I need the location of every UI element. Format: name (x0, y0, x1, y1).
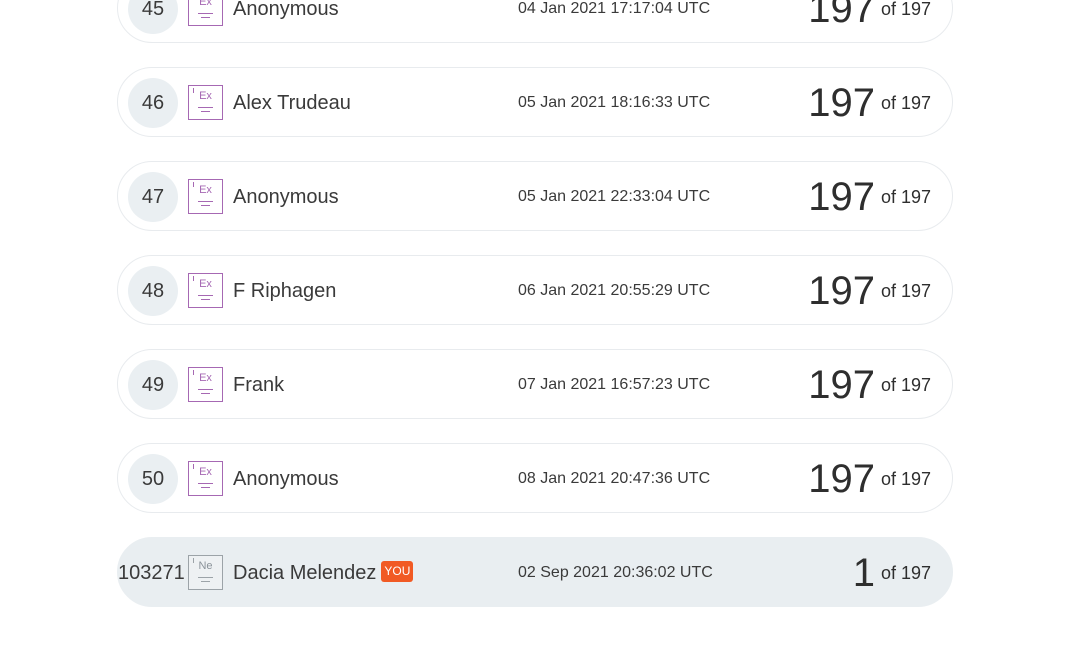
player-name: Dacia Melendez YOU (233, 538, 414, 608)
player-name: F Riphagen (233, 280, 337, 302)
expert-badge-icon: Ex (188, 179, 223, 214)
score: 197 of 197 (808, 68, 931, 138)
player-name: Anonymous (233, 468, 339, 490)
completion-time: 05 Jan 2021 18:16:33 UTC (518, 94, 711, 111)
score-total: of 197 (880, 563, 931, 583)
rank-number: 45 (128, 0, 178, 34)
score: 197 of 197 (808, 256, 931, 326)
expert-badge-icon: Ex (188, 273, 223, 308)
score-total: of 197 (880, 0, 931, 19)
score-value: 1 (852, 551, 875, 595)
score-total: of 197 (880, 375, 931, 395)
player-name-text: Dacia Melendez (233, 562, 377, 584)
score: 197 of 197 (808, 162, 931, 232)
player-name: Alex Trudeau (233, 92, 351, 114)
leaderboard-row: 47 Ex Anonymous 05 Jan 2021 22:33:04 UTC… (117, 161, 953, 231)
leaderboard-row: 45 Ex Anonymous 04 Jan 2021 17:17:04 UTC… (117, 0, 953, 43)
score-total: of 197 (880, 469, 931, 489)
score-value: 197 (808, 457, 875, 501)
player-name: Anonymous (233, 0, 339, 20)
badge-symbol: Ne (198, 560, 213, 572)
score-value: 197 (808, 81, 875, 125)
expert-badge-icon: Ex (188, 367, 223, 402)
player-name: Anonymous (233, 186, 339, 208)
badge-symbol: Ex (199, 184, 212, 196)
badge-symbol: Ex (199, 0, 212, 8)
completion-time: 08 Jan 2021 20:47:36 UTC (518, 470, 711, 487)
leaderboard-row: 50 Ex Anonymous 08 Jan 2021 20:47:36 UTC… (117, 443, 953, 513)
score: 1 of 197 (853, 538, 931, 608)
score-total: of 197 (880, 281, 931, 301)
score-value: 197 (808, 175, 875, 219)
expert-badge-icon: Ex (188, 461, 223, 496)
completion-time: 04 Jan 2021 17:17:04 UTC (518, 0, 711, 17)
rank-number: 103271 (118, 562, 185, 584)
player-name: Frank (233, 374, 285, 396)
score-value: 197 (808, 363, 875, 407)
newbie-badge-icon: Ne (188, 555, 223, 590)
expert-badge-icon: Ex (188, 85, 223, 120)
rank-number: 48 (128, 266, 178, 316)
current-user-row: 103271 Ne Dacia Melendez YOU 02 Sep 2021 … (117, 537, 953, 607)
rank-number: 49 (128, 360, 178, 410)
leaderboard-row: 46 Ex Alex Trudeau 05 Jan 2021 18:16:33 … (117, 67, 953, 137)
score-value: 197 (808, 0, 875, 31)
you-tag: YOU (381, 561, 414, 583)
completion-time: 07 Jan 2021 16:57:23 UTC (518, 376, 711, 393)
score-total: of 197 (880, 93, 931, 113)
score: 197 of 197 (808, 444, 931, 514)
completion-time: 02 Sep 2021 20:36:02 UTC (518, 564, 713, 581)
score: 197 of 197 (808, 350, 931, 420)
rank-number: 50 (128, 454, 178, 504)
completion-time: 05 Jan 2021 22:33:04 UTC (518, 188, 711, 205)
badge-symbol: Ex (199, 90, 212, 102)
score-value: 197 (808, 269, 875, 313)
completion-time: 06 Jan 2021 20:55:29 UTC (518, 282, 711, 299)
rank-number: 46 (128, 78, 178, 128)
leaderboard-row: 49 Ex Frank 07 Jan 2021 16:57:23 UTC 197… (117, 349, 953, 419)
badge-symbol: Ex (199, 466, 212, 478)
score: 197 of 197 (808, 0, 931, 44)
leaderboard: 45 Ex Anonymous 04 Jan 2021 17:17:04 UTC… (0, 0, 1075, 654)
badge-symbol: Ex (199, 278, 212, 290)
expert-badge-icon: Ex (188, 0, 223, 26)
badge-symbol: Ex (199, 372, 212, 384)
rank-number: 47 (128, 172, 178, 222)
score-total: of 197 (880, 187, 931, 207)
leaderboard-row: 48 Ex F Riphagen 06 Jan 2021 20:55:29 UT… (117, 255, 953, 325)
